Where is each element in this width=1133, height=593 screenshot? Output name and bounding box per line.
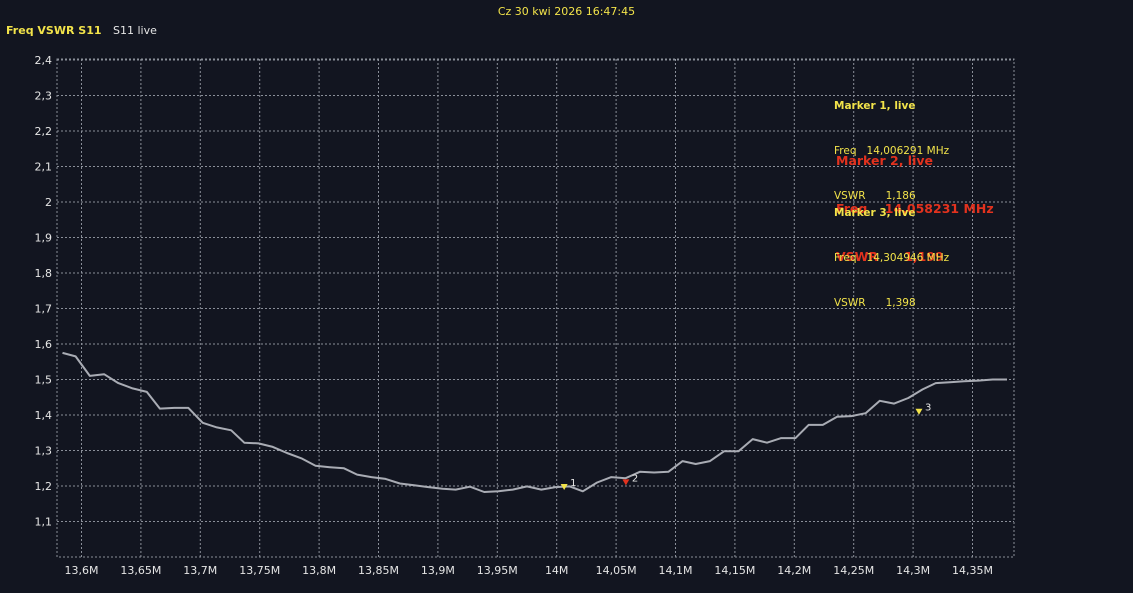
x-tick-label: 14M — [545, 564, 569, 577]
x-tick-label: 13,85M — [358, 564, 399, 577]
x-tick-label: 13,9M — [421, 564, 455, 577]
y-tick-label: 2 — [45, 196, 52, 209]
x-tick-label: 14,15M — [714, 564, 755, 577]
x-tick-label: 14,2M — [777, 564, 811, 577]
marker-3-vswr-label: VSWR — [834, 297, 866, 309]
trace-s11[interactable] — [62, 351, 1008, 493]
y-tick-label: 1,5 — [35, 374, 53, 387]
marker-3-label: 3 — [925, 403, 931, 414]
marker-3-vswr-row: VSWR 1,398 — [834, 296, 949, 311]
marker-2-triangle[interactable] — [622, 479, 630, 486]
x-tick-label: 13,95M — [477, 564, 518, 577]
x-tick-label: 13,8M — [302, 564, 336, 577]
marker-2-header: Marker 2, live — [836, 153, 934, 168]
marker-3-freq-label: Freq — [834, 252, 857, 264]
y-tick-label: 2,4 — [35, 54, 53, 67]
marker-3-freq-value: 14,304946 MHz — [866, 252, 950, 264]
y-tick-label: 1,8 — [35, 267, 53, 280]
x-tick-label: 13,75M — [239, 564, 280, 577]
y-tick-label: 1,7 — [35, 303, 53, 316]
marker-3-freq-row: Freq 14,304946 MHz — [834, 251, 949, 266]
y-tick-label: 2,1 — [35, 161, 53, 174]
y-tick-label: 1,2 — [35, 480, 53, 493]
x-tick-label: 14,1M — [659, 564, 693, 577]
y-tick-label: 1,9 — [35, 232, 53, 245]
marker-1-label: 1 — [570, 478, 576, 489]
x-tick-label: 13,7M — [183, 564, 217, 577]
marker-3-readout: Marker 3, live Freq 14,304946 MHz VSWR 1… — [834, 176, 949, 326]
y-tick-label: 1,6 — [35, 338, 53, 351]
y-axis: 1,1 1,2 1,3 1,4 1,5 1,6 1,7 1,8 1,9 2 2,1 2,2 2,3 2,4 — [35, 54, 53, 529]
y-tick-label: 1,4 — [35, 409, 53, 422]
vswr-chart[interactable]: 1,1 1,2 1,3 1,4 1,5 1,6 1,7 1,8 1,9 2 2,1 2,2 2,3 2,4… — [0, 0, 1133, 593]
x-tick-label: 14,35M — [952, 564, 993, 577]
marker-3-vswr-value: 1,398 — [885, 297, 916, 309]
marker-3-triangle[interactable] — [915, 408, 923, 415]
trace-line[interactable] — [62, 351, 1008, 493]
marker-2-label: 2 — [632, 473, 638, 484]
x-tick-label: 14,25M — [833, 564, 874, 577]
marker-1-header: Marker 1, live — [834, 100, 916, 112]
x-axis: 13,6M 13,65M 13,7M 13,75M 13,8M 13,85M 13,9M 13… — [65, 564, 993, 577]
x-tick-label: 14,3M — [896, 564, 930, 577]
x-tick-label: 14,05M — [596, 564, 637, 577]
y-tick-label: 2,2 — [35, 125, 53, 138]
x-tick-label: 13,6M — [65, 564, 99, 577]
y-tick-label: 1,3 — [35, 445, 53, 458]
y-tick-label: 2,3 — [35, 90, 53, 103]
y-tick-label: 1,1 — [35, 516, 53, 529]
x-tick-label: 13,65M — [120, 564, 161, 577]
marker-3-header: Marker 3, live — [834, 207, 916, 219]
